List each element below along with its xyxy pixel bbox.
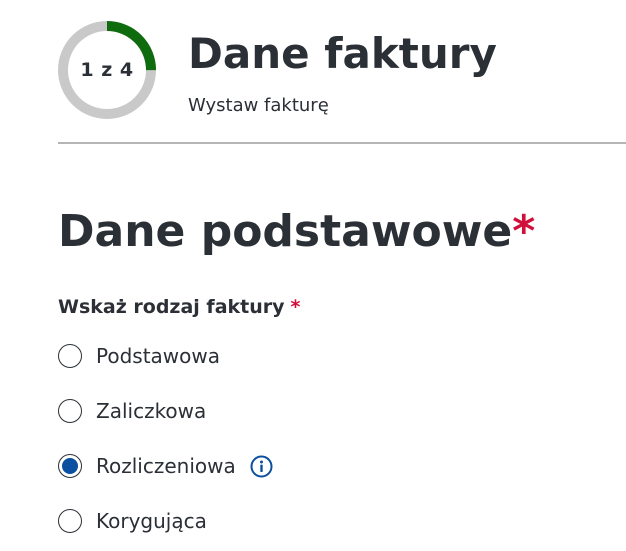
radio-button[interactable] [58, 399, 82, 423]
section-title-text: Dane podstawowe [58, 206, 513, 257]
radio-option-podstawowa[interactable]: Podstawowa [58, 341, 220, 371]
radio-option-korygujaca[interactable]: Korygująca [58, 506, 207, 536]
required-asterisk: * [512, 206, 536, 257]
section-title: Dane podstawowe* [58, 202, 535, 262]
radio-button-selected[interactable] [58, 454, 82, 478]
radio-label[interactable]: Rozliczeniowa [96, 452, 236, 480]
info-icon[interactable] [250, 455, 273, 478]
page-title: Dane faktury [188, 29, 497, 78]
step-progress-indicator: 1 z 4 [58, 21, 156, 119]
step-counter: 1 z 4 [80, 59, 134, 81]
radio-selected-dot [62, 458, 78, 474]
radio-label[interactable]: Zaliczkowa [96, 397, 206, 425]
required-asterisk: * [290, 296, 301, 318]
page-subtitle: Wystaw fakturę [188, 95, 329, 116]
header-divider [58, 142, 626, 144]
radio-label[interactable]: Podstawowa [96, 342, 220, 370]
radio-option-rozliczeniowa[interactable]: Rozliczeniowa [58, 451, 273, 481]
info-icon-glyph [250, 455, 273, 477]
radio-button[interactable] [58, 344, 82, 368]
radio-option-zaliczkowa[interactable]: Zaliczkowa [58, 396, 206, 426]
invoice-type-label-text: Wskaż rodzaj faktury [58, 296, 285, 318]
radio-label[interactable]: Korygująca [96, 507, 207, 535]
radio-button[interactable] [58, 509, 82, 533]
invoice-type-label: Wskaż rodzaj faktury * [58, 294, 300, 320]
